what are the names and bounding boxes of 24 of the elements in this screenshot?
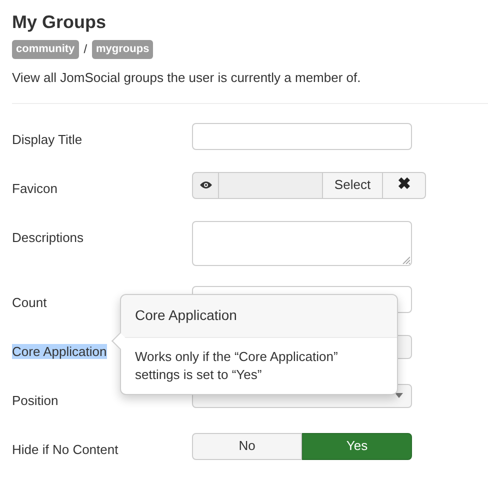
select-button[interactable]: Select <box>322 172 383 198</box>
field-label: Display Title <box>12 132 82 146</box>
breadcrumb-separator: / <box>84 41 88 58</box>
field-label: Descriptions <box>12 230 84 244</box>
toggle-option[interactable]: No <box>192 432 302 460</box>
popover-text: Works only if the “Core Application” settings is set to “Yes” <box>134 348 339 384</box>
toggle-option[interactable]: Yes <box>302 432 412 460</box>
field-label: Hide if No Content <box>12 442 118 456</box>
eye-icon <box>200 181 212 189</box>
text-field[interactable] <box>192 122 412 150</box>
clear-button[interactable]: ✖ <box>383 172 426 198</box>
preview-button[interactable] <box>192 172 219 198</box>
media-path-field[interactable] <box>219 172 322 198</box>
page-title: My Groups <box>12 11 108 34</box>
breadcrumb-tag: mygroups <box>92 40 154 58</box>
resize-grip-icon <box>402 256 410 264</box>
field-label: Count <box>12 294 47 310</box>
popover-title: Core Application <box>135 307 237 323</box>
field-label: Position <box>12 392 58 408</box>
text-area[interactable] <box>192 220 412 266</box>
description-text: View all JomSocial groups the user is currently a member of. <box>12 68 362 86</box>
field-label: Core Application <box>12 344 107 358</box>
breadcrumb-tag: community <box>12 40 79 58</box>
field-label: Favicon <box>12 180 58 196</box>
